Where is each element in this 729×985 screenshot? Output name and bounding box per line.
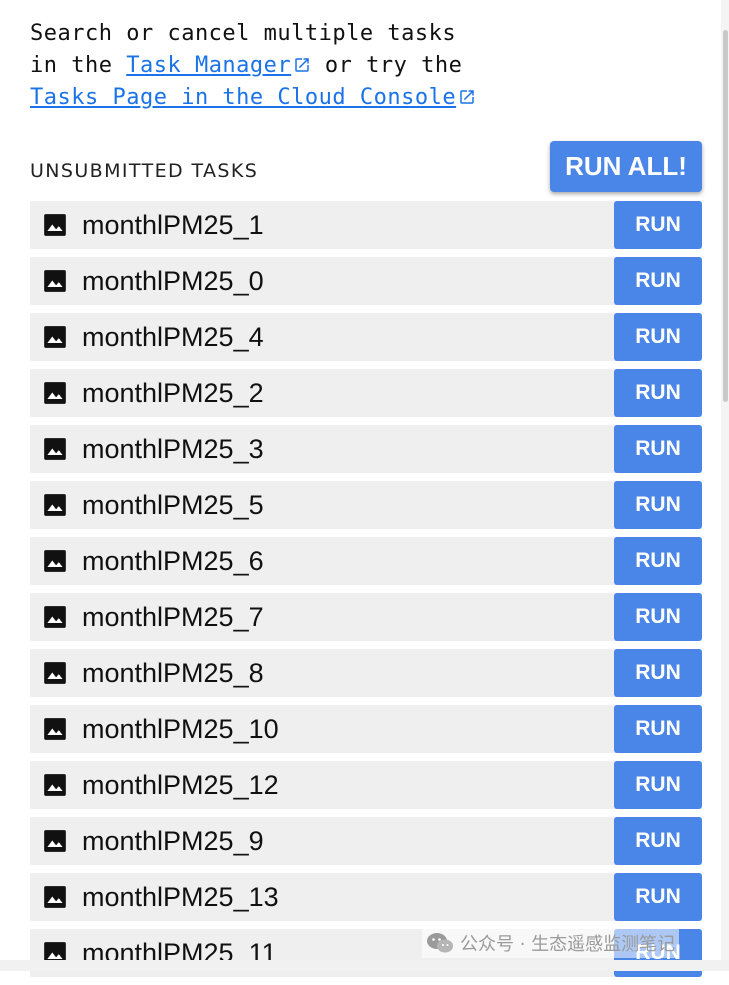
image-icon: [44, 886, 66, 908]
section-title: UNSUBMITTED TASKS: [30, 160, 259, 182]
image-icon: [44, 662, 66, 684]
run-button[interactable]: RUN: [614, 705, 702, 753]
intro-line-2-suffix: or try the: [311, 53, 463, 78]
task-row: monthlPM25_3 RUN: [30, 425, 702, 473]
task-name: monthlPM25_3: [82, 434, 264, 464]
task-row: monthlPM25_12 RUN: [30, 761, 702, 809]
watermark: 公众号 · 生态遥感监测笔记: [422, 928, 680, 958]
task-manager-link-label: Task Manager: [126, 53, 292, 78]
task-name: monthlPM25_7: [82, 602, 264, 632]
run-button[interactable]: RUN: [614, 257, 702, 305]
image-icon: [44, 606, 66, 628]
image-icon: [44, 774, 66, 796]
intro-line-3: Tasks Page in the Cloud Console: [30, 82, 690, 114]
scrollbar-thumb[interactable]: [723, 30, 728, 402]
task-row: monthlPM25_0 RUN: [30, 257, 702, 305]
intro-line-2: in the Task Manager or try the: [30, 50, 690, 82]
run-button[interactable]: RUN: [614, 481, 702, 529]
task-name: monthlPM25_9: [82, 826, 264, 856]
task-row: monthlPM25_9 RUN: [30, 817, 702, 865]
external-link-icon: [460, 90, 474, 104]
run-button[interactable]: RUN: [614, 761, 702, 809]
intro-text: Search or cancel multiple tasks in the T…: [30, 18, 690, 114]
run-button[interactable]: RUN: [614, 425, 702, 473]
task-name: monthlPM25_6: [82, 546, 264, 576]
external-link-icon: [295, 58, 309, 72]
cloud-console-link[interactable]: Tasks Page in the Cloud Console: [30, 85, 476, 110]
task-name: monthlPM25_12: [82, 770, 279, 800]
image-icon: [44, 830, 66, 852]
run-button[interactable]: RUN: [614, 817, 702, 865]
run-button[interactable]: RUN: [614, 369, 702, 417]
cloud-console-link-label: Tasks Page in the Cloud Console: [30, 85, 457, 110]
intro-line-1: Search or cancel multiple tasks: [30, 21, 457, 46]
task-row: monthlPM25_10 RUN: [30, 705, 702, 753]
task-manager-link[interactable]: Task Manager: [126, 53, 311, 78]
watermark-text: 公众号 · 生态遥感监测笔记: [460, 934, 676, 955]
image-icon: [44, 326, 66, 348]
task-name: monthlPM25_10: [82, 714, 279, 744]
scrollbar-track[interactable]: [721, 0, 729, 960]
task-list: monthlPM25_1 RUN monthlPM25_0 RUN monthlPM25…: [30, 201, 702, 985]
run-all-button[interactable]: RUN ALL!: [550, 141, 702, 192]
image-icon: [44, 550, 66, 572]
task-name: monthlPM25_1: [82, 210, 264, 240]
image-icon: [44, 214, 66, 236]
task-row: monthlPM25_2 RUN: [30, 369, 702, 417]
task-row: monthlPM25_13 RUN: [30, 873, 702, 921]
task-name: monthlPM25_13: [82, 882, 279, 912]
task-name: monthlPM25_5: [82, 490, 264, 520]
run-button[interactable]: RUN: [614, 873, 702, 921]
image-icon: [44, 718, 66, 740]
run-button[interactable]: RUN: [614, 537, 702, 585]
task-row: monthlPM25_5 RUN: [30, 481, 702, 529]
image-icon: [44, 270, 66, 292]
run-button[interactable]: RUN: [614, 201, 702, 249]
run-button[interactable]: RUN: [614, 313, 702, 361]
task-name: monthlPM25_4: [82, 322, 264, 352]
task-row: monthlPM25_4 RUN: [30, 313, 702, 361]
task-row: monthlPM25_6 RUN: [30, 537, 702, 585]
image-icon: [44, 494, 66, 516]
task-row: monthlPM25_8 RUN: [30, 649, 702, 697]
wechat-icon: [427, 933, 453, 953]
image-icon: [44, 438, 66, 460]
run-button[interactable]: RUN: [614, 593, 702, 641]
bottom-bar: [0, 960, 729, 971]
task-row: monthlPM25_7 RUN: [30, 593, 702, 641]
task-name: monthlPM25_0: [82, 266, 264, 296]
task-name: monthlPM25_2: [82, 378, 264, 408]
intro-line-2-prefix: in the: [30, 53, 127, 78]
run-button[interactable]: RUN: [614, 649, 702, 697]
image-icon: [44, 382, 66, 404]
task-name: monthlPM25_8: [82, 658, 264, 688]
task-row: monthlPM25_1 RUN: [30, 201, 702, 249]
